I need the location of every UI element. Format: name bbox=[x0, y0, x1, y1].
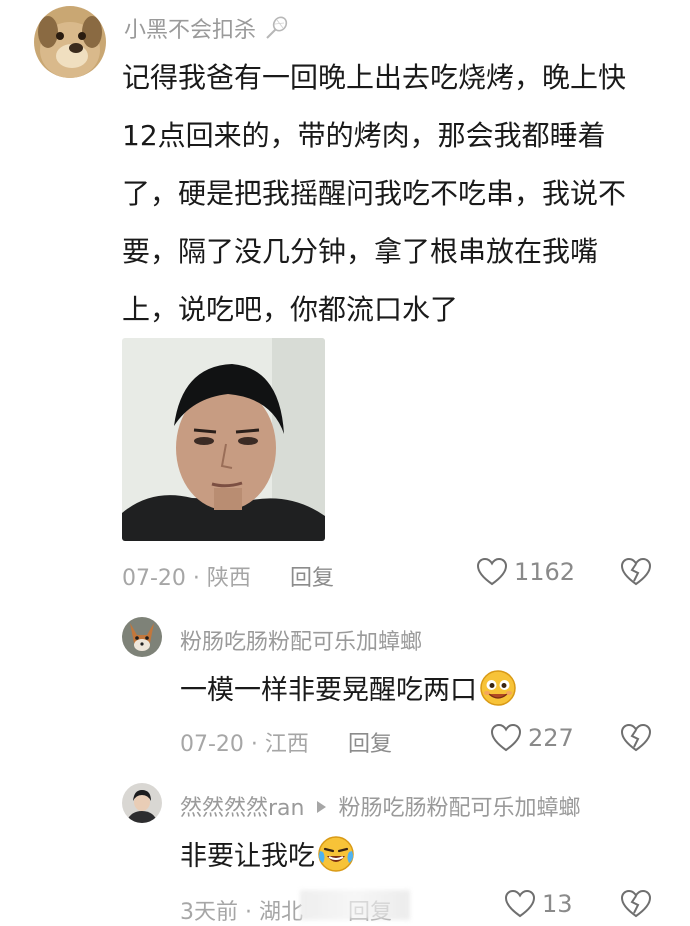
broken-heart-icon[interactable] bbox=[620, 723, 652, 753]
man-photo-image bbox=[122, 338, 325, 541]
comment-image[interactable] bbox=[122, 338, 325, 541]
heart-outline-icon[interactable] bbox=[504, 889, 536, 919]
reply-meta: 07-20 · 江西 bbox=[180, 732, 309, 757]
comment-line: 要，隔了没几分钟，拿了根串放在我嘴 bbox=[122, 235, 599, 268]
reply-text: 非要让我吃 bbox=[180, 834, 355, 880]
like-count: 227 bbox=[528, 724, 574, 752]
comment-line: 12点回来的，带的烤肉，那会我都睡着 bbox=[122, 119, 606, 152]
username-text: 小黑不会扣杀 bbox=[124, 18, 257, 43]
reply-meta: 3天前 · 湖北 bbox=[180, 900, 303, 925]
reply-text-content: 非要让我吃 bbox=[180, 841, 315, 872]
like-count: 13 bbox=[542, 890, 573, 918]
reply-to-username[interactable]: 粉肠吃肠粉配可乐加蟑螂 bbox=[338, 796, 580, 821]
broken-heart-icon[interactable] bbox=[620, 889, 652, 919]
badminton-racket-icon bbox=[263, 15, 289, 41]
reply-text: 一模一样非要晃醒吃两口 bbox=[180, 668, 517, 714]
fox-avatar-image bbox=[122, 617, 162, 657]
avatar[interactable] bbox=[122, 617, 162, 657]
crying-laughing-emoji bbox=[317, 835, 355, 880]
comment-text: 记得我爸有一回晚上出去吃烧烤，晚上快 12点回来的，带的烤肉，那会我都睡着 了，… bbox=[122, 49, 662, 339]
comment-line: 上，说吃吧，你都流口水了 bbox=[122, 293, 459, 326]
watermark-overlay bbox=[300, 890, 410, 920]
smiling-face-emoji bbox=[479, 669, 517, 714]
triangle-right-icon bbox=[315, 800, 327, 814]
reply-text-content: 一模一样非要晃醒吃两口 bbox=[180, 675, 477, 706]
avatar[interactable] bbox=[34, 6, 106, 78]
broken-heart-icon[interactable] bbox=[620, 557, 652, 587]
comment-meta: 07-20 · 陕西 bbox=[122, 566, 251, 591]
heart-outline-icon[interactable] bbox=[490, 723, 522, 753]
reply-username[interactable]: 粉肠吃肠粉配可乐加蟑螂 bbox=[180, 624, 422, 656]
like-count: 1162 bbox=[514, 558, 576, 586]
reply-button[interactable]: 回复 bbox=[290, 560, 334, 592]
avatar[interactable] bbox=[122, 783, 162, 823]
person-avatar-image bbox=[122, 783, 162, 823]
reply-username[interactable]: 然然然然ran bbox=[180, 796, 304, 821]
reply-button[interactable]: 回复 bbox=[348, 726, 392, 758]
reply-username-line: 然然然然ran 粉肠吃肠粉配可乐加蟑螂 bbox=[180, 790, 581, 822]
comment-username[interactable]: 小黑不会扣杀 bbox=[124, 12, 289, 44]
comment-line: 了，硬是把我摇醒问我吃不吃串，我说不 bbox=[122, 177, 627, 210]
dog-avatar-image bbox=[34, 6, 106, 78]
comment-line: 记得我爸有一回晚上出去吃烧烤，晚上快 bbox=[122, 61, 627, 94]
heart-outline-icon[interactable] bbox=[476, 557, 508, 587]
